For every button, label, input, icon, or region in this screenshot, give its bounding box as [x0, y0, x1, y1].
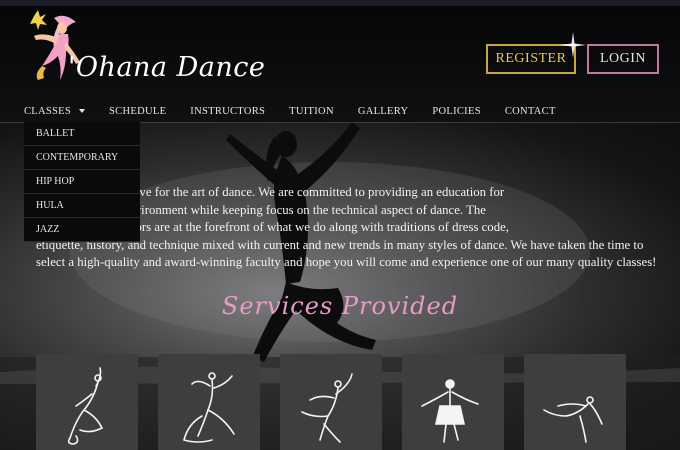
nav-item-instructors[interactable]: INSTRUCTORS — [190, 106, 265, 117]
dropdown-item-hula[interactable]: HULA — [24, 194, 140, 218]
service-card[interactable] — [36, 354, 138, 450]
dancer-sketch-icon — [67, 367, 104, 445]
nav-item-tuition[interactable]: TUITION — [289, 106, 334, 117]
sparkle-icon — [560, 32, 586, 58]
site-header: 'Ohana Dance REGISTER LOGIN CLASSES SCHE… — [0, 6, 680, 123]
classes-dropdown-menu: BALLET CONTEMPORARY HIP HOP HULA JAZZ — [24, 122, 140, 242]
brand-name[interactable]: 'Ohana Dance — [68, 52, 265, 83]
service-card[interactable] — [402, 354, 504, 450]
nav-item-policies[interactable]: POLICIES — [432, 106, 481, 117]
dropdown-item-hip-hop[interactable]: HIP HOP — [24, 170, 140, 194]
nav-item-classes[interactable]: CLASSES — [24, 105, 86, 117]
service-card[interactable] — [280, 354, 382, 450]
chevron-down-icon — [79, 109, 86, 113]
nav-item-gallery[interactable]: GALLERY — [358, 106, 409, 117]
dancer-sketch-icon — [183, 372, 235, 443]
nav-item-contact[interactable]: CONTACT — [505, 106, 556, 117]
services-heading: Services Provided — [221, 292, 459, 320]
dropdown-item-jazz[interactable]: JAZZ — [24, 218, 140, 242]
login-button[interactable]: LOGIN — [587, 44, 659, 74]
dancer-sketch-icon — [421, 379, 479, 443]
nav-item-label: CLASSES — [24, 105, 72, 117]
service-card[interactable] — [158, 354, 260, 450]
main-nav: CLASSES SCHEDULE INSTRUCTORS TUITION GAL… — [24, 98, 580, 124]
intro-line: select a high-quality and award-winning … — [36, 255, 657, 270]
dropdown-item-contemporary[interactable]: CONTEMPORARY — [24, 146, 140, 170]
service-card[interactable] — [524, 354, 626, 450]
dropdown-item-ballet[interactable]: BALLET — [24, 122, 140, 146]
dancer-sketch-icon — [301, 373, 353, 443]
dancer-sketch-icon — [543, 396, 603, 443]
nav-item-schedule[interactable]: SCHEDULE — [109, 106, 166, 117]
